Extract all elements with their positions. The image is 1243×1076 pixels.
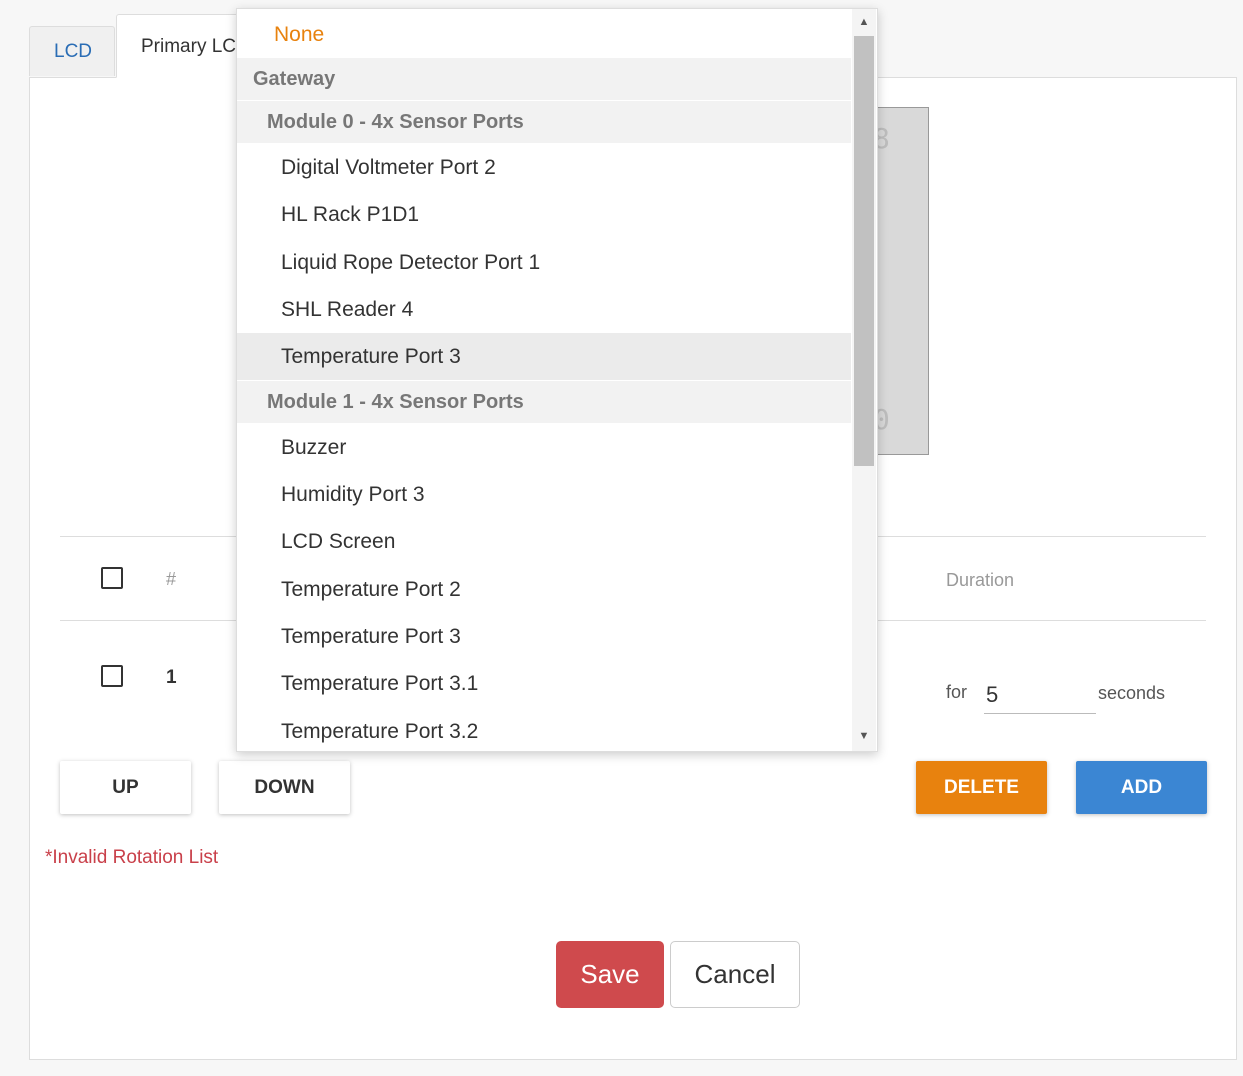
add-button[interactable]: ADD [1076,761,1207,814]
up-button[interactable]: UP [60,761,191,814]
scrollbar-thumb[interactable] [854,36,874,466]
option-item[interactable]: Temperature Port 2 [237,566,851,613]
group-module-0: Module 0 - 4x Sensor Ports [237,101,851,143]
option-item-highlighted[interactable]: Temperature Port 3 [237,333,851,380]
option-item[interactable]: Digital Voltmeter Port 2 [237,144,851,191]
select-all-checkbox[interactable] [101,567,123,589]
row-checkbox[interactable] [101,665,123,687]
option-item[interactable]: Temperature Port 3.2 [237,708,851,751]
error-message: *Invalid Rotation List [45,847,219,868]
tab-lcd[interactable]: LCD [29,26,115,76]
lcd-preview: 8 0 [870,107,929,455]
seconds-label: seconds [1098,683,1166,703]
group-gateway: Gateway [237,58,851,100]
option-item[interactable]: Liquid Rope Detector Port 1 [237,239,851,286]
option-item[interactable]: Buzzer [237,424,851,471]
scroll-up-arrow-icon[interactable]: ▲ [852,11,876,33]
option-none[interactable]: None [237,11,851,58]
row-number: 1 [166,667,177,688]
group-module-1: Module 1 - 4x Sensor Ports [237,381,851,423]
option-item[interactable]: SHL Reader 4 [237,286,851,333]
column-header-duration: Duration [946,570,1015,590]
delete-button[interactable]: DELETE [916,761,1047,814]
option-item[interactable]: HL Rack P1D1 [237,191,851,238]
duration-input[interactable] [984,676,1096,714]
down-button[interactable]: DOWN [219,761,350,814]
save-button[interactable]: Save [556,941,664,1008]
sensor-select-dropdown[interactable]: None Gateway Module 0 - 4x Sensor Ports … [236,8,878,752]
column-header-number: # [166,569,177,589]
for-label: for [946,682,968,702]
option-item[interactable]: Temperature Port 3.1 [237,660,851,707]
option-item[interactable]: Temperature Port 3 [237,613,851,660]
scroll-down-arrow-icon[interactable]: ▼ [852,725,876,747]
option-item[interactable]: LCD Screen [237,518,851,565]
cancel-button[interactable]: Cancel [670,941,800,1008]
option-item[interactable]: Humidity Port 3 [237,471,851,518]
